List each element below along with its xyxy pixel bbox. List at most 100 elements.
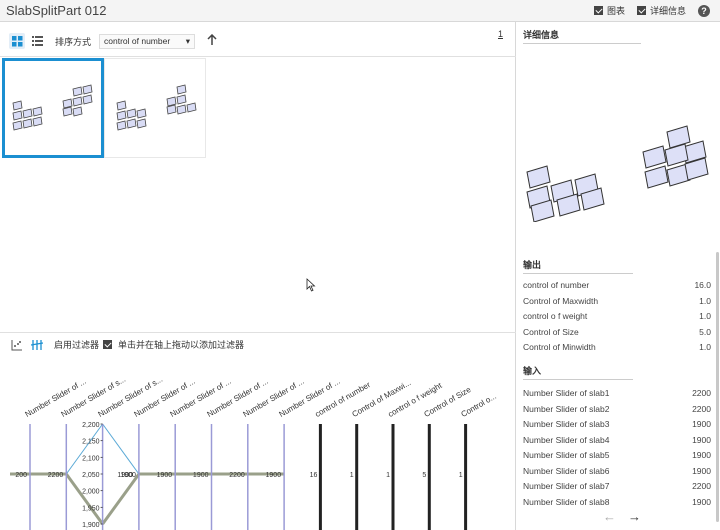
input-name: Number Slider of slab2: [523, 403, 610, 414]
output-row: Control of Minwidth 1.0: [523, 342, 711, 352]
output-row: control o f weight 1.0: [523, 311, 711, 321]
input-row: Number Slider of slab6 1900: [523, 466, 711, 476]
input-value: 2200: [692, 481, 711, 491]
thumbnail-design-1[interactable]: [2, 58, 104, 158]
input-row: Number Slider of slab7 2200: [523, 481, 711, 491]
input-name: Number Slider of slab5: [523, 450, 610, 460]
axis-tick-label: 2,050: [82, 472, 100, 479]
output-value: 5.0: [699, 326, 711, 337]
details-toggle[interactable]: 详细信息: [636, 4, 686, 17]
filter-hint: 单击并在轴上拖动以添加过滤器: [118, 340, 245, 350]
input-name: Number Slider of slab7: [523, 481, 610, 491]
input-name: Number Slider of slab4: [523, 434, 610, 445]
pcoords-highlight-line: [102, 423, 140, 475]
axis-tick-label: 2,150: [82, 439, 100, 446]
input-name: Number Slider of slab8: [523, 496, 610, 507]
output-name: Control of Minwidth: [523, 342, 596, 352]
details-panel: 详细信息 输出 control of number 16.0 Control o…: [517, 22, 720, 530]
enable-filter-label: 启用过滤器: [54, 340, 100, 350]
output-value: 1.0: [699, 295, 711, 306]
header-controls: 图表 详细信息 ?: [593, 4, 710, 17]
axis-value-label: 1900: [266, 472, 282, 479]
sort-dropdown[interactable]: control of number ▾: [99, 33, 196, 49]
pcoords-line: [101, 473, 141, 525]
slab-3d-model: [526, 125, 709, 223]
output-section-title: 输出: [523, 258, 633, 274]
input-name: Number Slider of slab6: [523, 465, 610, 476]
pcoords-highlight-line: [65, 423, 104, 475]
axis-value-label: 5: [422, 472, 426, 479]
details-scrollbar[interactable]: [716, 252, 719, 522]
slab-preview-2: [116, 84, 197, 131]
chevron-down-icon: ▾: [185, 35, 191, 46]
parallel-coordinates-icon[interactable]: [30, 338, 44, 352]
details-3d-preview[interactable]: [517, 52, 713, 223]
input-value: 2200: [692, 388, 711, 398]
axis-tick-label: 1,950: [82, 505, 100, 512]
sort-dropdown-value: control of number: [104, 36, 171, 46]
input-value: 1900: [692, 419, 711, 429]
parallel-coordinates-chart[interactable]: 200 2200 2,200 2,150 2,100 2,050 2,000 1,950 1,9…: [0, 358, 516, 530]
axis-value-label: 1: [350, 472, 354, 479]
input-row: Number Slider of slab2 2200: [523, 404, 711, 414]
sort-label: 排序方式: [55, 36, 92, 47]
axis-tick-label: 2,200: [82, 422, 100, 429]
chart-checkbox[interactable]: [593, 6, 603, 15]
axis-value-label: 1: [459, 472, 463, 479]
details-title: 详细信息: [523, 28, 641, 44]
input-row: Number Slider of slab8 1900: [523, 497, 711, 507]
axis-value-label: 1900: [193, 472, 209, 479]
output-value: 1.0: [699, 311, 711, 321]
previous-arrow-icon[interactable]: ←: [603, 509, 616, 524]
details-toggle-label: 详细信息: [649, 6, 686, 16]
output-value: 1.0: [699, 342, 711, 352]
chart-toggle[interactable]: 图表: [593, 4, 625, 17]
input-row: Number Slider of slab5 1900: [523, 450, 711, 460]
next-arrow-icon[interactable]: →: [628, 509, 641, 524]
filter-bar: 启用过滤器 单击并在轴上拖动以添加过滤器: [0, 332, 516, 356]
list-view-icon[interactable]: [29, 33, 45, 49]
enable-filter-checkbox[interactable]: [103, 340, 113, 349]
results-toolbar: 排序方式 control of number ▾: [0, 28, 516, 54]
output-row: Control of Maxwidth 1.0: [523, 296, 711, 306]
axis-value-label: 2200: [48, 472, 64, 479]
input-value: 1900: [692, 465, 711, 476]
input-row: Number Slider of slab4 1900: [523, 435, 711, 445]
toolbar-divider: [0, 56, 516, 57]
input-value: 1900: [692, 434, 711, 445]
pcoords-line: [65, 473, 104, 525]
axis-value-label: 16: [310, 472, 318, 479]
axis-value-label: 1: [386, 472, 390, 479]
axis-value-label: 1900: [157, 472, 173, 479]
output-name: Control of Size: [523, 326, 579, 337]
input-section-title: 输入: [523, 364, 633, 380]
output-name: Control of Maxwidth: [523, 295, 599, 306]
output-row: control of number 16.0: [523, 280, 711, 290]
input-row: Number Slider of slab3 1900: [523, 419, 711, 429]
output-name: control of number: [523, 280, 590, 290]
thumbnail-design-2[interactable]: [104, 58, 206, 158]
axis-tick-label: 1,900: [82, 522, 100, 529]
results-pane: 排序方式 control of number ▾ 1 启用过滤器 单击并在轴上拖…: [0, 22, 516, 530]
output-value: 16.0: [694, 280, 711, 290]
scatter-plot-icon[interactable]: [10, 338, 24, 352]
title-bar: SlabSplitPart 012 图表 详细信息 ?: [0, 0, 720, 22]
details-nav: ← →: [603, 509, 641, 524]
input-row: Number Slider of slab1 2200: [523, 388, 711, 398]
details-checkbox[interactable]: [636, 6, 646, 15]
help-icon[interactable]: ?: [698, 4, 710, 17]
input-name: Number Slider of slab1: [523, 388, 610, 398]
page-number[interactable]: 1: [498, 29, 503, 39]
input-value: 1900: [692, 450, 711, 460]
axis-tick-label: 2,000: [82, 489, 100, 496]
axis-value-label: 2200: [229, 472, 245, 479]
sort-direction-icon[interactable]: [207, 33, 217, 49]
input-value: 2200: [692, 403, 711, 414]
chart-toggle-label: 图表: [606, 6, 625, 16]
mouse-cursor-icon: [306, 278, 316, 294]
axis-value-label: 200: [15, 472, 27, 479]
input-value: 1900: [692, 496, 711, 507]
output-row: Control of Size 5.0: [523, 327, 711, 337]
grid-view-icon[interactable]: [9, 33, 25, 49]
window-title: SlabSplitPart 012: [6, 3, 107, 18]
